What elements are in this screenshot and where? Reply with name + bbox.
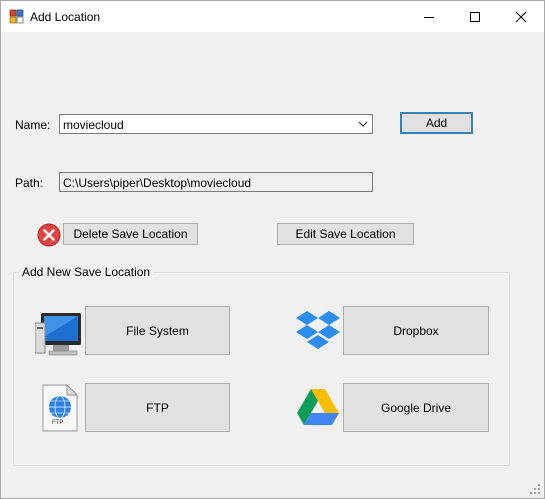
computer-icon (34, 309, 85, 362)
path-field[interactable]: C:\Users\piper\Desktop\moviecloud (59, 172, 373, 192)
path-label: Path: (15, 176, 44, 190)
file-system-button[interactable]: File System (85, 306, 230, 355)
close-icon (515, 11, 527, 22)
dropbox-icon (295, 308, 341, 357)
title-bar: Add Location (1, 1, 544, 32)
minimize-button[interactable] (406, 1, 452, 32)
close-button[interactable] (498, 1, 544, 32)
file-system-label: File System (126, 323, 189, 338)
path-field-value: C:\Users\piper\Desktop\moviecloud (63, 176, 252, 190)
add-button[interactable]: Add (400, 112, 473, 134)
edit-save-location-button[interactable]: Edit Save Location (277, 223, 414, 245)
dropbox-label: Dropbox (393, 323, 439, 338)
name-combobox-value: moviecloud (63, 118, 124, 132)
maximize-button[interactable] (452, 1, 498, 32)
google-drive-button[interactable]: Google Drive (343, 383, 489, 432)
chevron-down-icon[interactable] (357, 118, 369, 133)
delete-save-location-button[interactable]: Delete Save Location (63, 223, 198, 245)
google-drive-label: Google Drive (380, 400, 452, 415)
ftp-file-icon: FTP (41, 383, 79, 436)
ftp-icon-caption: FTP (52, 420, 64, 426)
add-button-label: Add (425, 116, 448, 130)
minimize-icon (424, 16, 434, 18)
name-label: Name: (15, 118, 51, 132)
ftp-button[interactable]: FTP (85, 383, 230, 432)
dropbox-button[interactable]: Dropbox (343, 306, 489, 355)
delete-button-label: Delete Save Location (73, 227, 188, 241)
add-new-save-location-group (13, 272, 510, 466)
ftp-label: FTP (146, 400, 169, 415)
maximize-icon (470, 11, 480, 22)
window-title: Add Location (30, 10, 101, 24)
delete-icon (37, 223, 61, 250)
app-icon (9, 9, 25, 28)
resize-grip-icon[interactable] (529, 483, 541, 498)
edit-button-label: Edit Save Location (295, 227, 396, 241)
add-location-window: Add Location Name: moviecloud Add Path: … (0, 0, 545, 499)
name-combobox[interactable]: moviecloud (59, 114, 373, 134)
google-drive-icon (295, 387, 341, 430)
group-title: Add New Save Location (19, 265, 154, 279)
